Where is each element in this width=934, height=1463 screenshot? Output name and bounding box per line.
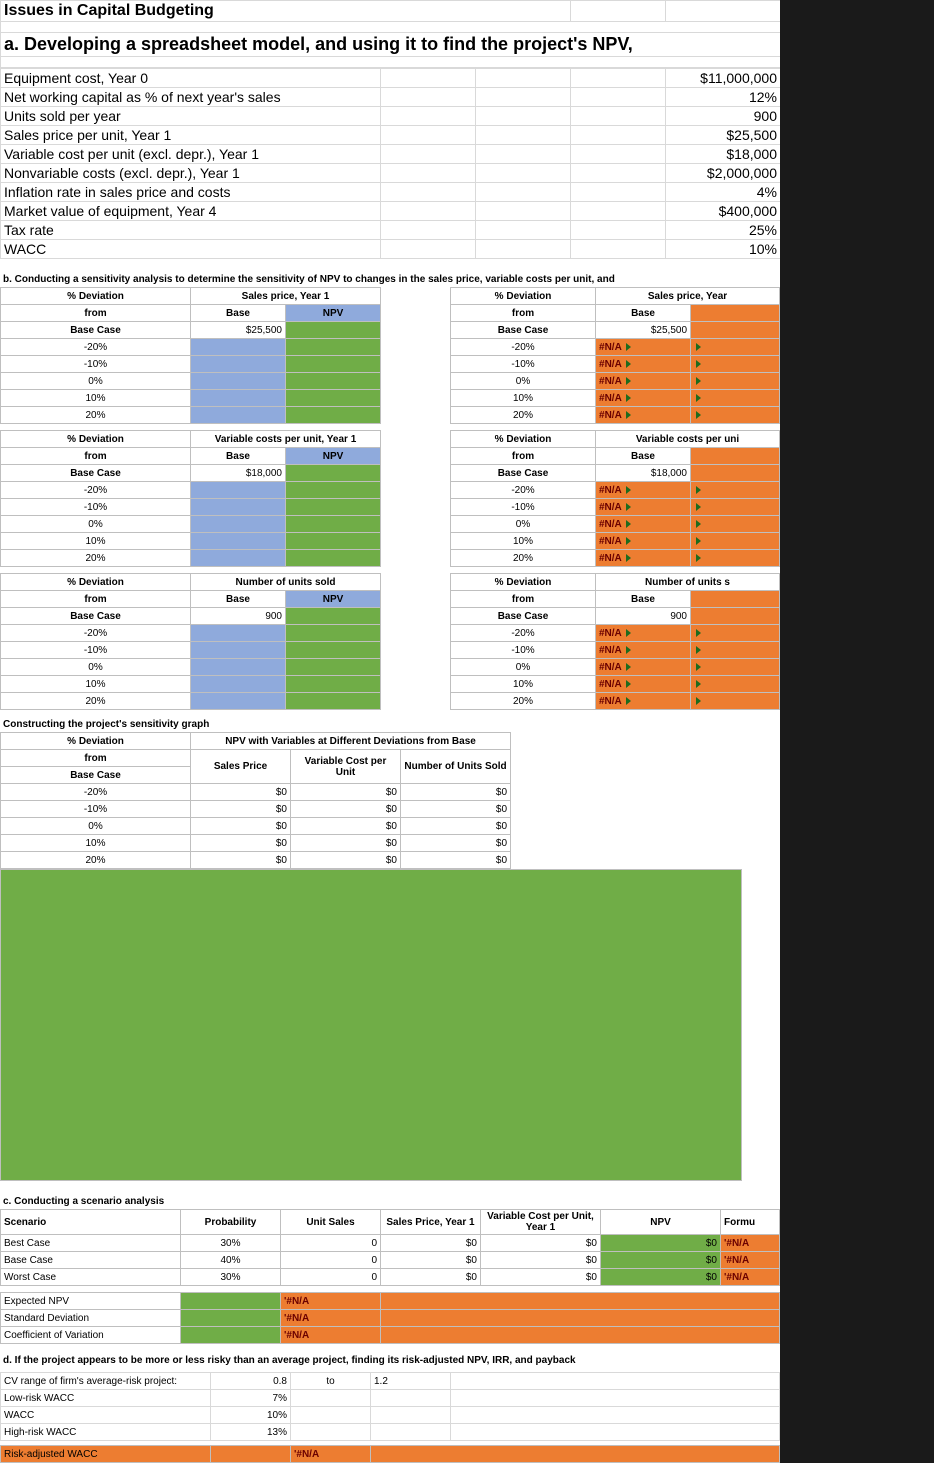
input-value[interactable]: 900: [666, 107, 781, 126]
deviation-value: -10%: [1, 356, 191, 373]
input-value[interactable]: 25%: [666, 221, 781, 240]
graph-header: NPV with Variables at Different Deviatio…: [191, 733, 511, 750]
stat-value[interactable]: '#N/A: [281, 1310, 381, 1327]
error-cell[interactable]: #N/A: [596, 482, 691, 499]
input-label: Variable cost per unit (excl. depr.), Ye…: [1, 145, 381, 164]
deviation-value: 0%: [1, 516, 191, 533]
scenario-name: Base Case: [1, 1252, 181, 1269]
deviation-value: 10%: [1, 390, 191, 407]
graph-title: Constructing the project's sensitivity g…: [0, 716, 780, 732]
deviation-value: 0%: [1, 659, 191, 676]
risk-adjusted-wacc-label: Risk-adjusted WACC: [1, 1446, 211, 1463]
input-label: Equipment cost, Year 0: [1, 69, 381, 88]
input-value[interactable]: 10%: [666, 240, 781, 259]
error-cell[interactable]: #N/A: [596, 356, 691, 373]
risk-label: Low-risk WACC: [1, 1390, 211, 1407]
input-label: Tax rate: [1, 221, 381, 240]
risk-label: WACC: [1, 1407, 211, 1424]
deviation-value: 20%: [1, 693, 191, 710]
main-title: Issues in Capital Budgeting: [1, 1, 571, 22]
stat-label: Coefficient of Variation: [1, 1327, 181, 1344]
input-label: Sales price per unit, Year 1: [1, 126, 381, 145]
section-c-title: c. Conducting a scenario analysis: [0, 1193, 780, 1209]
deviation-value: -20%: [1, 339, 191, 356]
error-cell[interactable]: #N/A: [596, 339, 691, 356]
error-cell[interactable]: #N/A: [596, 642, 691, 659]
risk-label: High-risk WACC: [1, 1424, 211, 1441]
input-value[interactable]: 4%: [666, 183, 781, 202]
scenario-name: Worst Case: [1, 1269, 181, 1286]
input-label: Net working capital as % of next year's …: [1, 88, 381, 107]
error-cell[interactable]: #N/A: [596, 499, 691, 516]
scenario-name: Best Case: [1, 1235, 181, 1252]
deviation-value: 10%: [1, 533, 191, 550]
error-cell[interactable]: #N/A: [596, 533, 691, 550]
deviation-value: -20%: [1, 482, 191, 499]
deviation-value: 10%: [1, 676, 191, 693]
input-label: WACC: [1, 240, 381, 259]
deviation-value: -20%: [1, 625, 191, 642]
error-cell[interactable]: #N/A: [596, 516, 691, 533]
error-cell[interactable]: #N/A: [596, 390, 691, 407]
input-label: Market value of equipment, Year 4: [1, 202, 381, 221]
deviation-value: 20%: [1, 550, 191, 567]
stat-value[interactable]: '#N/A: [281, 1293, 381, 1310]
error-cell[interactable]: #N/A: [596, 407, 691, 424]
deviation-value: 20%: [1, 407, 191, 424]
deviation-value: -10%: [1, 499, 191, 516]
error-cell[interactable]: #N/A: [596, 625, 691, 642]
section-d-title: d. If the project appears to be more or …: [0, 1352, 780, 1368]
input-value[interactable]: 12%: [666, 88, 781, 107]
error-cell[interactable]: #N/A: [596, 373, 691, 390]
section-a-title: a. Developing a spreadsheet model, and u…: [1, 33, 781, 57]
input-value[interactable]: $11,000,000: [666, 69, 781, 88]
input-label: Inflation rate in sales price and costs: [1, 183, 381, 202]
input-value[interactable]: $25,500: [666, 126, 781, 145]
sensitivity-chart: [0, 869, 742, 1181]
input-label: Units sold per year: [1, 107, 381, 126]
error-cell[interactable]: #N/A: [596, 659, 691, 676]
input-label: Nonvariable costs (excl. depr.), Year 1: [1, 164, 381, 183]
section-b-title: b. Conducting a sensitivity analysis to …: [0, 271, 780, 287]
stat-label: Expected NPV: [1, 1293, 181, 1310]
input-value[interactable]: $18,000: [666, 145, 781, 164]
input-value[interactable]: $2,000,000: [666, 164, 781, 183]
deviation-value: 0%: [1, 373, 191, 390]
stat-value[interactable]: '#N/A: [281, 1327, 381, 1344]
error-cell[interactable]: #N/A: [596, 550, 691, 567]
deviation-value: -10%: [1, 642, 191, 659]
risk-adjusted-wacc-value[interactable]: '#N/A: [291, 1446, 371, 1463]
error-cell[interactable]: #N/A: [596, 693, 691, 710]
risk-label: CV range of firm's average-risk project:: [1, 1373, 211, 1390]
input-value[interactable]: $400,000: [666, 202, 781, 221]
error-cell[interactable]: #N/A: [596, 676, 691, 693]
stat-label: Standard Deviation: [1, 1310, 181, 1327]
